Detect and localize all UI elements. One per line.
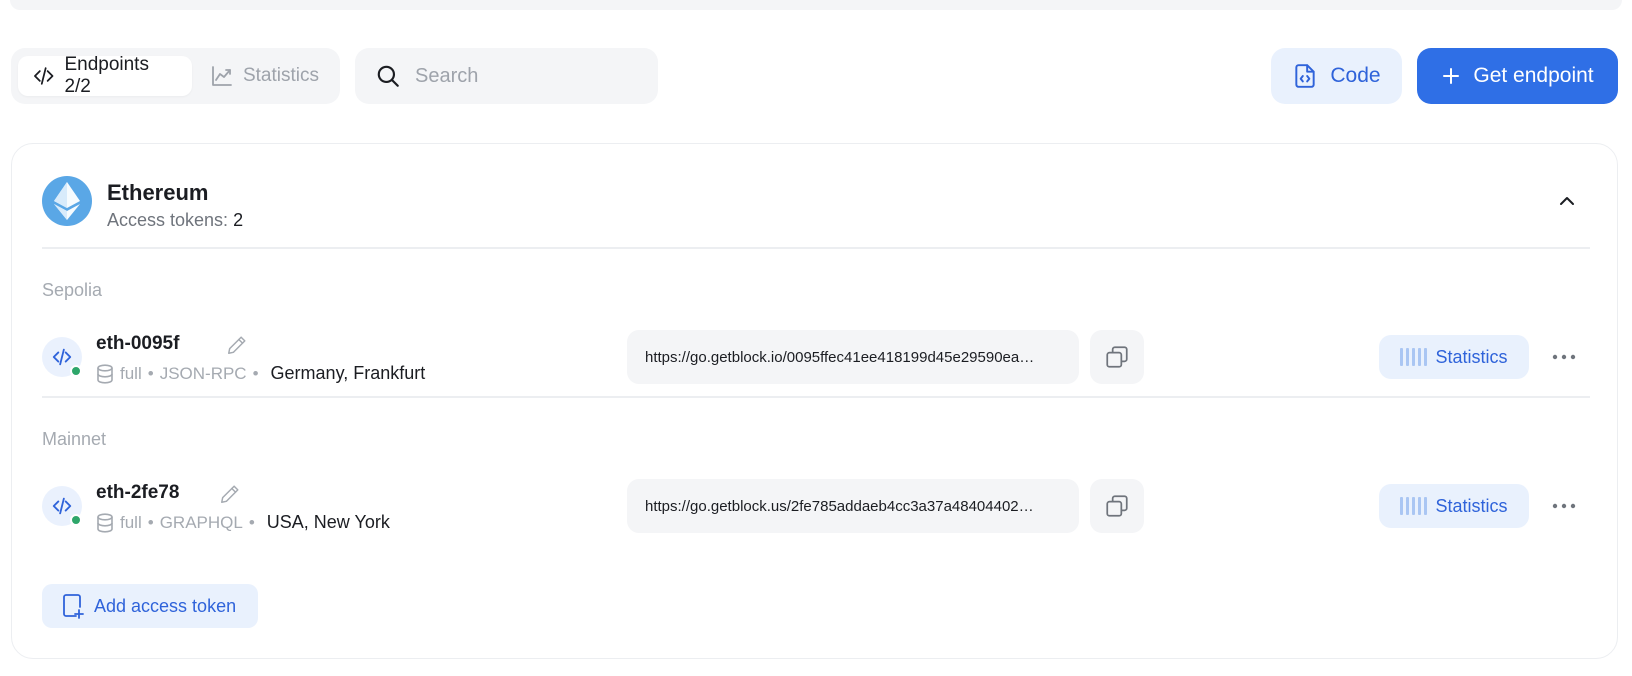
code-button[interactable]: Code	[1271, 48, 1402, 104]
divider	[42, 396, 1590, 398]
file-code-icon	[1295, 64, 1316, 88]
endpoint-name: eth-0095f	[96, 333, 180, 354]
chain-card: Ethereum Access tokens: 2 Sepolia eth-00…	[11, 143, 1618, 659]
endpoint-row: eth-2fe78 full • GRAPHQL • USA, New York…	[42, 479, 1590, 541]
more-horizontal-icon	[1552, 503, 1576, 509]
bars-icon	[1400, 348, 1428, 366]
endpoint-region: USA, New York	[266, 512, 390, 532]
ethereum-diamond-icon	[54, 182, 80, 220]
add-access-token-label: Add access token	[94, 595, 237, 616]
code-icon	[52, 348, 72, 366]
endpoint-url: https://go.getblock.us/2fe785addaeb4cc3a…	[645, 497, 1034, 515]
divider	[42, 247, 1590, 249]
add-file-icon	[63, 594, 84, 619]
more-options-button[interactable]	[1547, 342, 1581, 372]
tab-statistics-label: Statistics	[242, 65, 319, 86]
get-endpoint-button-label: Get endpoint	[1473, 64, 1594, 87]
endpoint-protocol: JSON-RPC	[159, 363, 247, 383]
tab-statistics[interactable]: Statistics	[196, 56, 333, 96]
endpoint-region: Germany, Frankfurt	[270, 363, 426, 383]
endpoint-meta: full • GRAPHQL • USA, New York	[96, 512, 390, 533]
statistics-button-label: Statistics	[1435, 495, 1508, 516]
tab-endpoints[interactable]: Endpoints 2/2	[18, 54, 192, 97]
code-icon	[34, 67, 54, 85]
meta-separator: •	[147, 363, 154, 383]
endpoint-mode: full	[120, 512, 142, 532]
access-tokens-count: Access tokens: 2	[107, 210, 243, 231]
endpoint-url-field[interactable]: https://go.getblock.io/0095ffec41ee41819…	[627, 330, 1079, 384]
database-icon	[97, 363, 113, 384]
status-online-dot	[70, 365, 82, 377]
endpoint-url-field[interactable]: https://go.getblock.us/2fe785addaeb4cc3a…	[627, 479, 1079, 533]
endpoint-mode: full	[120, 363, 142, 383]
view-tabs: Endpoints 2/2 Statistics	[11, 48, 340, 104]
copy-icon	[1106, 495, 1128, 517]
collapse-button[interactable]	[1552, 186, 1582, 216]
meta-separator: •	[252, 363, 259, 383]
network-label-sepolia: Sepolia	[42, 280, 103, 300]
statistics-button[interactable]: Statistics	[1379, 335, 1529, 379]
access-tokens-value: 2	[233, 210, 244, 230]
chain-name: Ethereum	[107, 180, 209, 205]
get-endpoint-button[interactable]: Get endpoint	[1417, 48, 1618, 104]
pencil-icon[interactable]	[226, 334, 248, 356]
chain-header: Ethereum Access tokens: 2	[42, 174, 1590, 246]
code-button-label: Code	[1330, 64, 1381, 87]
copy-icon	[1106, 346, 1128, 368]
chart-line-icon	[212, 66, 232, 86]
more-options-button[interactable]	[1547, 491, 1581, 521]
statistics-button[interactable]: Statistics	[1379, 484, 1529, 528]
statistics-button-label: Statistics	[1435, 346, 1508, 367]
endpoint-protocol: GRAPHQL	[159, 512, 243, 532]
status-online-dot	[70, 514, 82, 526]
ethereum-icon	[42, 176, 92, 226]
pencil-icon[interactable]	[219, 483, 241, 505]
chevron-up-icon	[1560, 197, 1574, 205]
toolbar: Endpoints 2/2 Statistics Code	[0, 48, 1632, 104]
plus-icon	[1443, 68, 1460, 84]
copy-url-button[interactable]	[1090, 330, 1144, 384]
access-tokens-label: Access tokens:	[107, 210, 229, 230]
search-icon	[377, 65, 399, 87]
endpoint-url: https://go.getblock.io/0095ffec41ee41819…	[645, 348, 1035, 366]
meta-separator: •	[248, 512, 255, 532]
endpoint-name: eth-2fe78	[96, 482, 180, 503]
search-box	[355, 48, 658, 104]
bars-icon	[1400, 497, 1428, 515]
copy-url-button[interactable]	[1090, 479, 1144, 533]
search-input[interactable]	[415, 64, 635, 88]
meta-separator: •	[147, 512, 154, 532]
add-access-token-button[interactable]: Add access token	[42, 584, 258, 628]
code-icon	[52, 497, 72, 515]
database-icon	[97, 512, 113, 533]
tab-endpoints-label: Endpoints 2/2	[64, 54, 149, 97]
more-horizontal-icon	[1552, 354, 1576, 360]
network-label-mainnet: Mainnet	[42, 429, 107, 449]
previous-card-edge	[10, 0, 1622, 10]
endpoint-meta: full • JSON-RPC • Germany, Frankfurt	[96, 363, 425, 384]
endpoint-row: eth-0095f full • JSON-RPC • Germany, Fra…	[42, 330, 1590, 392]
